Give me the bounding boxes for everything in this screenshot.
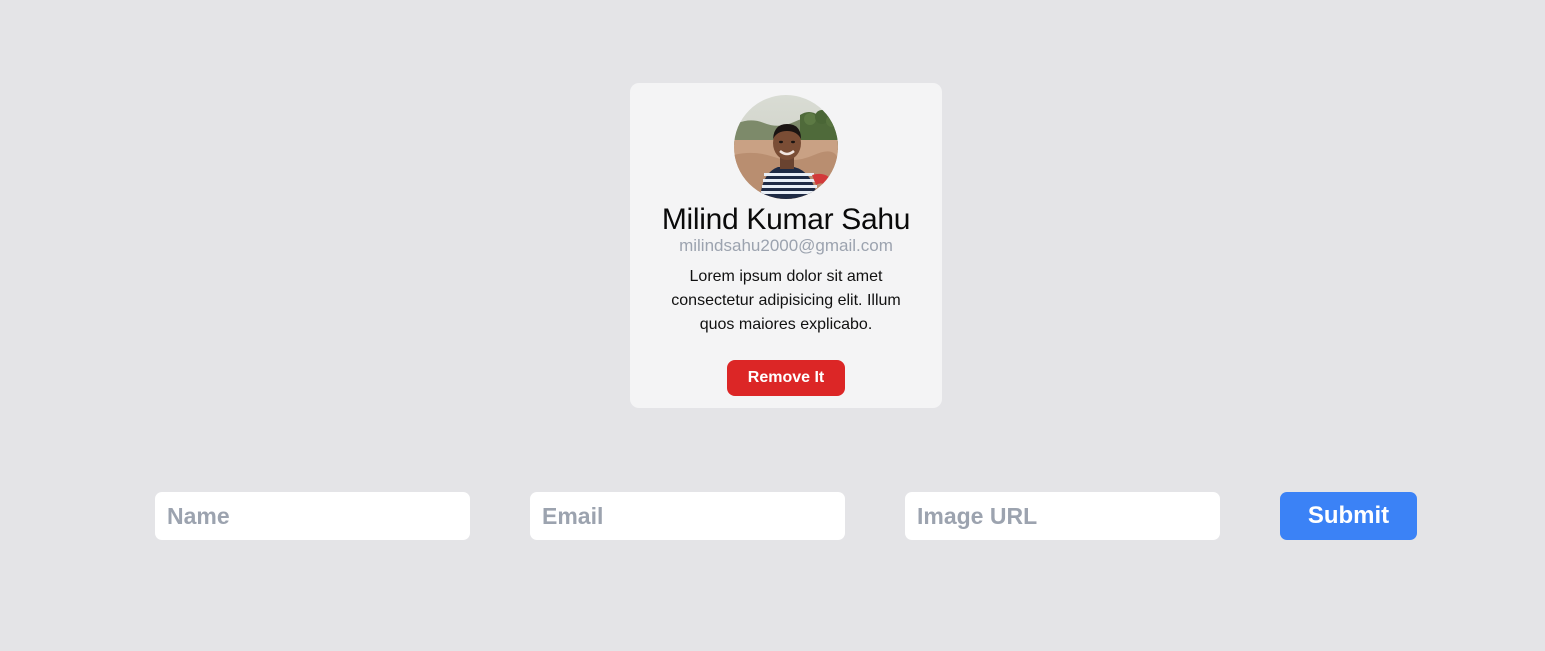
profile-name: Milind Kumar Sahu [661,203,911,236]
avatar [734,95,838,199]
avatar-photo [734,95,838,199]
image-url-input[interactable] [905,492,1220,540]
remove-button[interactable]: Remove It [727,360,845,396]
profile-description: Lorem ipsum dolor sit amet consectetur a… [671,268,901,333]
profile-email: milindsahu2000@gmail.com [679,236,893,255]
email-input[interactable] [530,492,845,540]
profile-card: Milind Kumar Sahu milindsahu2000@gmail.c… [630,83,942,408]
name-input[interactable] [155,492,470,540]
submit-button[interactable]: Submit [1280,492,1417,540]
